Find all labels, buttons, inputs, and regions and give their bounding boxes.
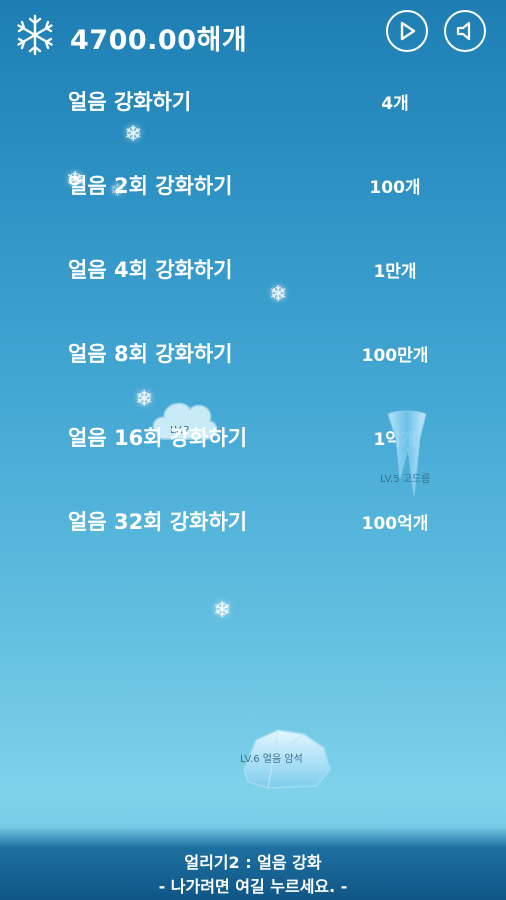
footer-title: 얼리기2 : 얼음 강화 bbox=[184, 853, 322, 872]
top-bar: 4700.00해개 bbox=[0, 0, 506, 70]
snowflake-icon bbox=[17, 14, 53, 56]
ice-rock-label: LV.6 얼음 암석 bbox=[240, 754, 303, 765]
upgrade-row-1[interactable]: 얼음 강화하기 4개 bbox=[0, 76, 506, 130]
upgrade-name: 얼음 32회 강화하기 bbox=[68, 510, 248, 534]
upgrade-row-5[interactable]: 얼음 16회 강화하기 1억개 bbox=[0, 412, 506, 466]
upgrade-row-2[interactable]: 얼음 2회 강화하기 100개 bbox=[0, 160, 506, 214]
sound-button[interactable] bbox=[444, 10, 486, 52]
icicle-label: LV.5 고드름 bbox=[380, 474, 431, 485]
upgrade-name: 얼음 강화하기 bbox=[68, 90, 192, 114]
upgrade-cost: 100개 bbox=[369, 178, 421, 198]
play-icon bbox=[400, 21, 416, 41]
speaker-icon bbox=[456, 21, 471, 41]
upgrade-name: 얼음 4회 강화하기 bbox=[68, 258, 233, 282]
upgrade-cost: 100억개 bbox=[361, 514, 429, 534]
upgrade-cost: 1만개 bbox=[373, 262, 417, 282]
upgrade-name: 얼음 16회 강화하기 bbox=[68, 426, 248, 450]
snowflake-icon: ❄ bbox=[213, 598, 232, 623]
currency-count: 4700.00해개 bbox=[70, 25, 248, 56]
upgrade-row-3[interactable]: 얼음 4회 강화하기 1만개 bbox=[0, 244, 506, 298]
exit-footer[interactable]: 얼리기2 : 얼음 강화 - 나가려면 여길 누르세요. - bbox=[0, 826, 506, 900]
upgrade-row-6[interactable]: 얼음 32회 강화하기 100억개 bbox=[0, 496, 506, 550]
play-button[interactable] bbox=[386, 10, 428, 52]
upgrade-row-4[interactable]: 얼음 8회 강화하기 100만개 bbox=[0, 328, 506, 382]
exit-hint[interactable]: - 나가려면 여길 누르세요. - bbox=[0, 873, 506, 897]
icicle-item[interactable] bbox=[384, 408, 430, 500]
upgrade-cost: 4개 bbox=[381, 94, 409, 114]
upgrade-name: 얼음 8회 강화하기 bbox=[68, 342, 233, 366]
upgrade-cost: 100만개 bbox=[361, 346, 429, 366]
upgrade-name: 얼음 2회 강화하기 bbox=[68, 174, 233, 198]
